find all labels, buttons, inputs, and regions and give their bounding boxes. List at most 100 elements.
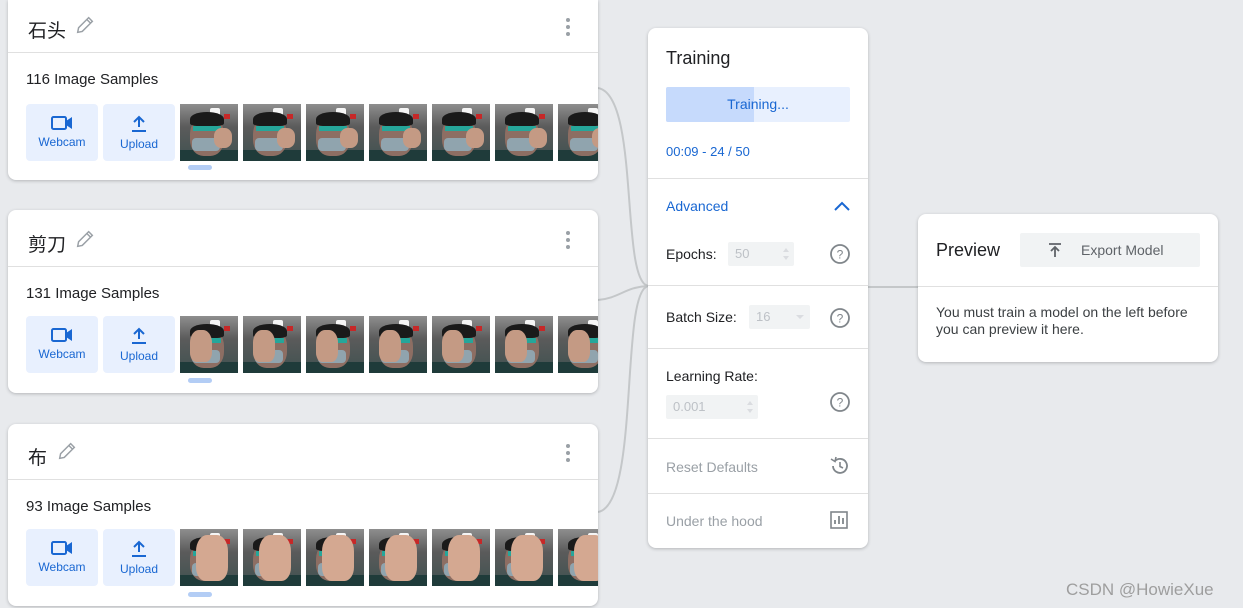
webcam-label: Webcam xyxy=(38,347,86,361)
advanced-toggle-label[interactable]: Advanced xyxy=(666,198,728,214)
train-button-label: Training... xyxy=(727,96,789,112)
sample-thumbnail[interactable] xyxy=(180,529,238,586)
history-icon[interactable] xyxy=(829,455,851,477)
edit-pencil-icon[interactable] xyxy=(74,228,96,250)
upload-button[interactable]: Upload xyxy=(103,104,175,161)
sample-thumbnail[interactable] xyxy=(243,104,301,161)
more-vert-icon[interactable] xyxy=(558,229,578,251)
sample-thumbnail[interactable] xyxy=(180,316,238,373)
sample-thumbnails[interactable] xyxy=(180,104,598,161)
class-card-header: 布 xyxy=(8,424,598,480)
svg-text:?: ? xyxy=(837,312,844,326)
export-upload-icon xyxy=(1049,243,1061,257)
sample-thumbnail[interactable] xyxy=(558,529,598,586)
sample-thumbnail[interactable] xyxy=(306,104,364,161)
upload-button[interactable]: Upload xyxy=(103,316,175,373)
divider xyxy=(648,285,868,286)
upload-label: Upload xyxy=(119,137,159,151)
sample-count: 93 Image Samples xyxy=(26,498,152,515)
learning-rate-input[interactable]: 0.001 xyxy=(666,395,758,419)
sample-thumbnail[interactable] xyxy=(432,104,490,161)
class-name[interactable]: 布 xyxy=(28,443,47,470)
bar-chart-icon[interactable] xyxy=(829,510,849,530)
batch-size-value: 16 xyxy=(756,309,771,324)
preview-title: Preview xyxy=(936,240,1001,260)
divider xyxy=(648,493,868,494)
more-vert-icon[interactable] xyxy=(558,442,578,464)
batch-size-label: Batch Size: xyxy=(666,309,737,325)
sample-thumbnail[interactable] xyxy=(495,104,553,161)
svg-text:?: ? xyxy=(837,248,844,262)
webcam-label: Webcam xyxy=(38,135,86,149)
spinner-arrows-icon[interactable] xyxy=(746,399,754,415)
epochs-label: Epochs: xyxy=(666,246,717,262)
divider xyxy=(648,178,868,179)
spinner-arrows-icon[interactable] xyxy=(782,246,790,262)
upload-icon xyxy=(132,115,146,132)
more-vert-icon[interactable] xyxy=(558,16,578,38)
webcam-icon xyxy=(51,328,72,342)
sample-thumbnail[interactable] xyxy=(495,529,553,586)
sample-thumbnail[interactable] xyxy=(558,316,598,373)
sample-thumbnail[interactable] xyxy=(432,316,490,373)
class-name[interactable]: 石头 xyxy=(28,16,66,43)
preview-panel: Preview Export Model You must train a mo… xyxy=(918,214,1218,362)
upload-label: Upload xyxy=(119,349,159,363)
help-icon[interactable]: ? xyxy=(829,391,851,413)
sample-thumbnail[interactable] xyxy=(369,529,427,586)
webcam-icon xyxy=(51,116,72,130)
sample-thumbnail[interactable] xyxy=(558,104,598,161)
edit-pencil-icon[interactable] xyxy=(74,14,96,36)
sample-thumbnail[interactable] xyxy=(306,316,364,373)
class-card-header: 剪刀 xyxy=(8,210,598,267)
sample-thumbnail[interactable] xyxy=(243,529,301,586)
thumbnail-scroll-indicator[interactable] xyxy=(188,165,212,170)
reset-defaults-button[interactable]: Reset Defaults xyxy=(666,459,758,475)
edit-pencil-icon[interactable] xyxy=(56,440,78,462)
help-icon[interactable]: ? xyxy=(829,307,851,329)
class-card-2: 剪刀 131 Image Samples Webcam Upload xyxy=(8,210,598,393)
under-the-hood-button[interactable]: Under the hood xyxy=(666,513,763,529)
sample-thumbnail[interactable] xyxy=(369,104,427,161)
class-card-header: 石头 xyxy=(8,0,598,53)
upload-icon xyxy=(132,327,146,344)
webcam-button[interactable]: Webcam xyxy=(26,104,98,161)
sample-thumbnails[interactable] xyxy=(180,529,598,586)
sample-thumbnail[interactable] xyxy=(243,316,301,373)
learning-rate-label: Learning Rate: xyxy=(666,368,758,384)
epochs-input[interactable]: 50 xyxy=(728,242,794,266)
training-title: Training xyxy=(666,48,731,68)
export-model-button[interactable]: Export Model xyxy=(1020,233,1200,267)
thumbnail-scroll-indicator[interactable] xyxy=(188,378,212,383)
sample-count: 131 Image Samples xyxy=(26,285,160,302)
class-name[interactable]: 剪刀 xyxy=(28,230,66,257)
help-icon[interactable]: ? xyxy=(829,243,851,265)
svg-text:?: ? xyxy=(837,396,844,410)
upload-label: Upload xyxy=(119,562,159,576)
webcam-icon xyxy=(51,541,72,555)
thumbnail-scroll-indicator[interactable] xyxy=(188,592,212,597)
learning-rate-value: 0.001 xyxy=(673,399,706,414)
webcam-button[interactable]: Webcam xyxy=(26,529,98,586)
batch-size-select[interactable]: 16 xyxy=(749,305,810,329)
sample-thumbnail[interactable] xyxy=(306,529,364,586)
class-card-3: 布 93 Image Samples Webcam Upload xyxy=(8,424,598,606)
webcam-label: Webcam xyxy=(38,560,86,574)
divider xyxy=(918,286,1218,287)
preview-message: You must train a model on the left befor… xyxy=(936,304,1188,337)
sample-thumbnail[interactable] xyxy=(180,104,238,161)
divider xyxy=(648,438,868,439)
sample-thumbnail[interactable] xyxy=(432,529,490,586)
upload-icon xyxy=(132,540,146,557)
webcam-button[interactable]: Webcam xyxy=(26,316,98,373)
chevron-up-icon[interactable] xyxy=(832,196,852,216)
sample-thumbnails[interactable] xyxy=(180,316,598,373)
divider xyxy=(648,348,868,349)
sample-thumbnail[interactable] xyxy=(495,316,553,373)
class-card-1: 石头 116 Image Samples Webcam Upload xyxy=(8,0,598,180)
upload-button[interactable]: Upload xyxy=(103,529,175,586)
watermark: CSDN @HowieXue xyxy=(1066,580,1214,599)
sample-thumbnail[interactable] xyxy=(369,316,427,373)
train-button[interactable]: Training... xyxy=(666,87,850,122)
sample-count: 116 Image Samples xyxy=(26,71,159,88)
